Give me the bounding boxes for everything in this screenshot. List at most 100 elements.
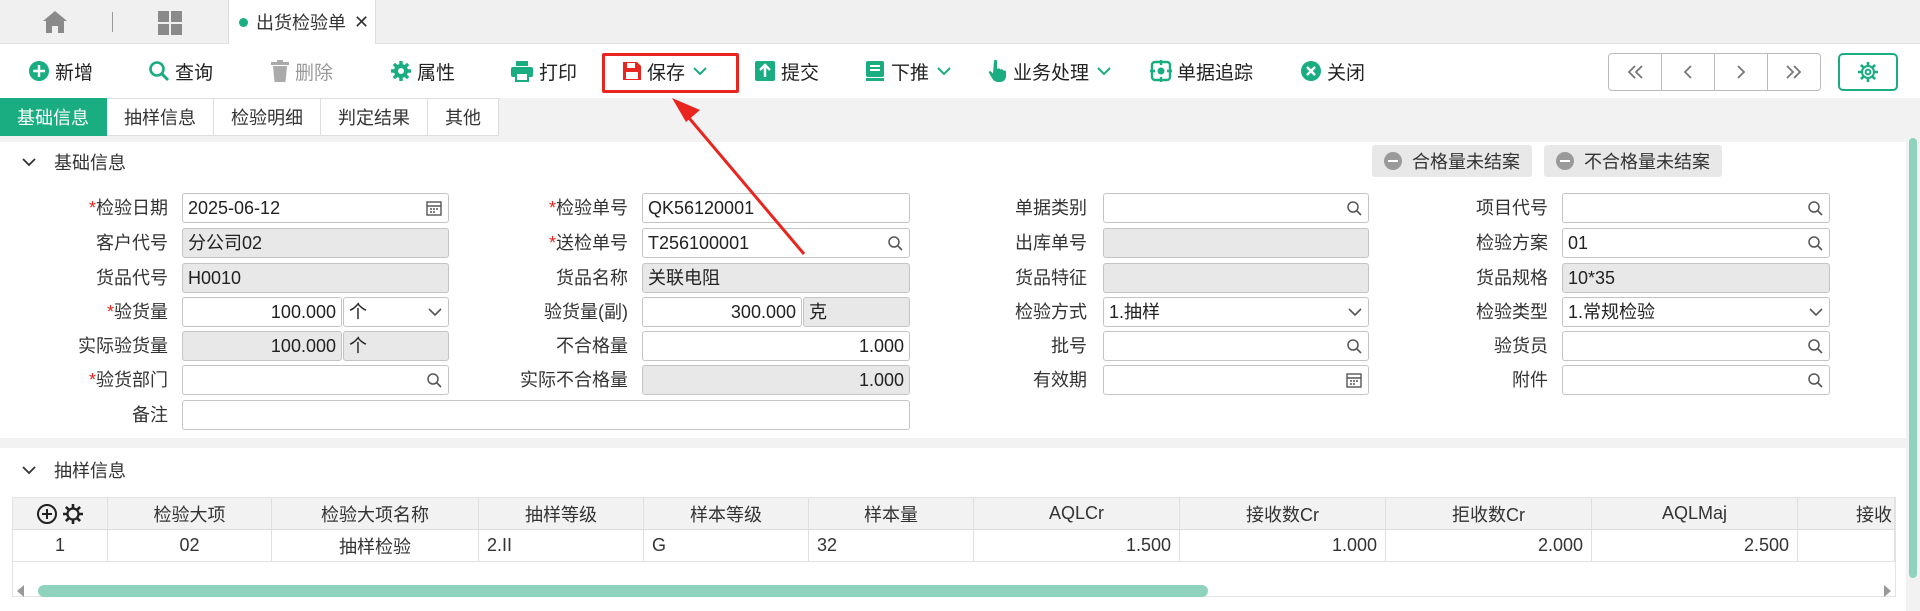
cell[interactable]: 1.000	[1180, 530, 1386, 561]
send-no-label: *送检单号	[548, 233, 628, 253]
actual-ng-field[interactable]: 1.000	[642, 365, 910, 395]
submit-button[interactable]: 提交	[754, 55, 819, 87]
col-header[interactable]: 抽样等级	[479, 498, 644, 529]
col-header[interactable]: 检验大项名称	[272, 498, 479, 529]
qty-sub-unit-field[interactable]: 克	[803, 297, 910, 327]
chevron-down-icon[interactable]	[1097, 66, 1111, 76]
horizontal-scrollbar[interactable]	[12, 582, 1896, 600]
scroll-left-icon[interactable]	[16, 585, 26, 597]
qty-sub-field[interactable]: 300.000	[642, 297, 802, 327]
cell[interactable]: 2.II	[479, 530, 644, 561]
type-select[interactable]: 1.常规检验	[1562, 297, 1830, 327]
settings-button[interactable]	[1838, 53, 1898, 91]
remark-field[interactable]	[182, 400, 910, 430]
ng-qty-field[interactable]: 1.000	[642, 331, 910, 361]
actual-qty-unit-field[interactable]: 个	[343, 331, 449, 361]
plan-field[interactable]: 01	[1562, 228, 1830, 258]
search-icon[interactable]	[1807, 200, 1823, 216]
tab-judgement-result[interactable]: 判定结果	[321, 98, 428, 136]
tab-shipment-inspection[interactable]: 出货检验单 ✕	[228, 0, 376, 44]
cell[interactable]: 2.000	[1386, 530, 1592, 561]
search-icon[interactable]	[1807, 338, 1823, 354]
previous-record-button[interactable]	[1661, 53, 1715, 91]
dept-field[interactable]	[182, 365, 449, 395]
table-row[interactable]: 1 02 抽样检验 2.II G 32 1.500 1.000 2.000 2.…	[13, 530, 1895, 562]
new-button[interactable]: 新增	[28, 55, 93, 87]
col-header[interactable]: 样本等级	[644, 498, 809, 529]
business-process-button[interactable]: 业务处理	[988, 55, 1116, 87]
tab-sampling-info[interactable]: 抽样信息	[107, 98, 214, 136]
tab-other[interactable]: 其他	[428, 98, 499, 136]
send-no-field[interactable]: T256100001	[642, 228, 910, 258]
out-no-field[interactable]	[1103, 228, 1369, 258]
delete-button-label: 删除	[295, 62, 334, 84]
query-button[interactable]: 查询	[148, 55, 213, 87]
col-header[interactable]: 接收数Cr	[1180, 498, 1386, 529]
cell[interactable]: 2.500	[1592, 530, 1798, 561]
cell[interactable]: 1.500	[974, 530, 1180, 561]
add-row-icon[interactable]	[36, 503, 58, 525]
batch-field[interactable]	[1103, 331, 1369, 361]
next-record-button[interactable]	[1714, 53, 1768, 91]
close-button[interactable]: 关闭	[1300, 55, 1365, 87]
search-icon[interactable]	[426, 372, 442, 388]
goods-name-field[interactable]: 关联电阻	[642, 263, 910, 293]
scrollbar-thumb[interactable]	[38, 585, 1208, 597]
col-header[interactable]: 接收	[1798, 498, 1895, 529]
search-icon[interactable]	[1807, 372, 1823, 388]
sampling-header[interactable]: 抽样信息	[0, 450, 126, 490]
inspector-field[interactable]	[1562, 331, 1830, 361]
tab-basic-info[interactable]: 基础信息	[0, 98, 107, 136]
print-button[interactable]: 打印	[510, 55, 577, 87]
project-field[interactable]	[1562, 193, 1830, 223]
tab-inspection-detail[interactable]: 检验明细	[214, 98, 321, 136]
goods-code-field[interactable]: H0010	[182, 263, 449, 293]
delete-button[interactable]: 删除	[270, 55, 333, 87]
vertical-scrollbar[interactable]	[1906, 98, 1920, 611]
chevron-down-icon[interactable]	[937, 66, 951, 76]
expiry-field[interactable]	[1103, 365, 1369, 395]
search-icon[interactable]	[1346, 338, 1362, 354]
cell[interactable]: G	[644, 530, 809, 561]
cell[interactable]	[1798, 530, 1895, 561]
unqualified-unclosed-button[interactable]: 不合格量未结案	[1544, 145, 1722, 177]
inspect-date-field[interactable]: 2025-06-12	[182, 193, 449, 223]
search-icon[interactable]	[1346, 200, 1362, 216]
search-icon[interactable]	[1807, 235, 1823, 251]
doc-type-field[interactable]	[1103, 193, 1369, 223]
col-header[interactable]: AQLCr	[974, 498, 1180, 529]
attach-field[interactable]	[1562, 365, 1830, 395]
inspect-qty-field[interactable]: 100.000	[182, 297, 342, 327]
apps-grid-icon[interactable]	[157, 10, 183, 36]
inspect-no-field[interactable]: QK56120001	[642, 193, 910, 223]
qualified-unclosed-button[interactable]: 合格量未结案	[1372, 145, 1532, 177]
col-header[interactable]: 样本量	[809, 498, 974, 529]
cell[interactable]: 抽样检验	[272, 530, 479, 561]
scroll-right-icon[interactable]	[1882, 585, 1892, 597]
properties-button[interactable]: 属性	[390, 55, 455, 87]
first-record-button[interactable]	[1608, 53, 1662, 91]
push-down-button[interactable]: 下推	[864, 55, 956, 87]
col-header[interactable]: 检验大项	[108, 498, 272, 529]
calendar-icon[interactable]	[426, 200, 442, 216]
chevron-down-icon	[22, 158, 36, 167]
gear-icon[interactable]	[62, 503, 84, 525]
document-trace-button[interactable]: 单据追踪	[1150, 55, 1253, 87]
close-tab-icon[interactable]: ✕	[354, 12, 369, 33]
cell[interactable]: 02	[108, 530, 272, 561]
last-record-button[interactable]	[1767, 53, 1821, 91]
inspect-qty-unit-select[interactable]: 个	[343, 297, 449, 327]
search-icon[interactable]	[887, 235, 903, 251]
col-header[interactable]: AQLMaj	[1592, 498, 1798, 529]
scrollbar-thumb[interactable]	[1909, 138, 1917, 578]
goods-feature-field[interactable]	[1103, 263, 1369, 293]
customer-field[interactable]: 分公司02	[182, 228, 449, 258]
home-icon[interactable]	[42, 10, 68, 34]
cell[interactable]: 32	[809, 530, 974, 561]
spec-field[interactable]: 10*35	[1562, 263, 1830, 293]
method-select[interactable]: 1.抽样	[1103, 297, 1369, 327]
calendar-icon[interactable]	[1346, 372, 1362, 388]
actual-qty-field[interactable]: 100.000	[182, 331, 342, 361]
basic-info-header[interactable]: 基础信息	[0, 142, 126, 182]
col-header[interactable]: 拒收数Cr	[1386, 498, 1592, 529]
